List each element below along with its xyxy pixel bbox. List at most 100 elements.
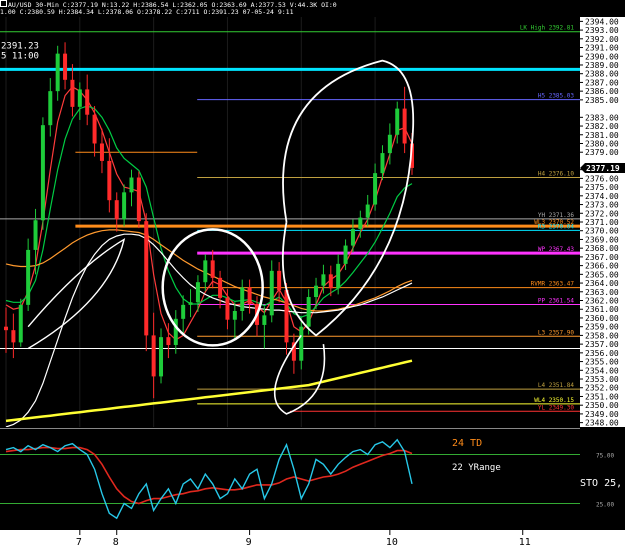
price-tick-label: 2350.00 — [585, 401, 619, 410]
price-tick-label: 2349.00 — [585, 410, 619, 419]
osc-yrange-label: 22 YRange — [452, 463, 501, 473]
sto-line — [5, 438, 413, 520]
candle-body — [77, 89, 82, 107]
price-tick-label: 2354.00 — [585, 366, 619, 375]
price-tick-label: 2391.00 — [585, 44, 619, 53]
candle-body — [240, 287, 245, 311]
price-tick-label: 2356.00 — [585, 349, 619, 358]
level-label: H4 2376.10 — [538, 171, 575, 178]
candle-body — [314, 285, 319, 298]
price-tick-label: 2385.00 — [585, 96, 619, 105]
candle-body — [151, 335, 156, 377]
price-tick-label: 2394.00 — [585, 17, 619, 26]
osc-td-label: 24 TD — [452, 438, 482, 449]
candle-body — [328, 274, 333, 289]
level-label: R3 2370.04 — [538, 223, 575, 230]
annotation-loop — [281, 59, 415, 337]
price-tick-label: 2374.00 — [585, 192, 619, 201]
time-tick-label: 7 — [76, 537, 82, 548]
price-tick-label: 2375.00 — [585, 183, 619, 192]
price-tick-label: 2360.00 — [585, 314, 619, 323]
osc-level-label: 25.00 — [596, 502, 614, 509]
time-tick-label: 10 — [386, 537, 398, 548]
level-label: PP 2361.54 — [538, 298, 575, 305]
price-tick-label: 2352.00 — [585, 384, 619, 393]
chart-header-line2: 1.00 C:2380.59 H:2384.34 L:2378.06 O:237… — [0, 8, 294, 16]
level-label: H5 2385.03 — [538, 93, 575, 100]
candle-body — [373, 173, 378, 205]
oscillator-axis: 75.00 25.00 STO 25, — [580, 428, 625, 530]
candle-body — [85, 89, 90, 115]
candle-body — [269, 270, 274, 316]
candle-body — [195, 282, 200, 303]
candle-body — [395, 108, 400, 135]
price-tick-label: 2386.00 — [585, 87, 619, 96]
time-tick-label: 8 — [113, 537, 119, 548]
price-tick-label: 2361.00 — [585, 305, 619, 314]
price-tick-label: 2389.00 — [585, 61, 619, 70]
candle-body — [11, 330, 16, 343]
candle-body — [129, 177, 134, 193]
stochastic-oscillator[interactable]: 24 TD 22 YRange — [0, 428, 580, 530]
price-tick-label: 2390.00 — [585, 52, 619, 61]
candle-body — [159, 337, 164, 377]
price-tick-label: 2383.00 — [585, 113, 619, 122]
candle-body — [70, 79, 75, 107]
candle-body — [63, 53, 68, 80]
price-tick-label: 2372.00 — [585, 209, 619, 218]
osc-level-label: 75.00 — [596, 453, 614, 460]
price-tick-label: 2382.00 — [585, 122, 619, 131]
candle-body — [122, 192, 127, 220]
last-price-label: 2377.19 — [586, 164, 620, 173]
sto-signal-line — [5, 446, 413, 505]
candle-body — [321, 274, 326, 286]
candle-body — [114, 200, 119, 220]
price-tick-label: 2388.00 — [585, 70, 619, 79]
candle-body — [188, 302, 193, 305]
candle-body — [144, 221, 149, 336]
price-tick-label: 2371.00 — [585, 218, 619, 227]
price-axis: 2394.002393.002392.002391.002390.002389.… — [580, 17, 625, 427]
price-tick-label: 2363.00 — [585, 288, 619, 297]
candle-body — [299, 326, 304, 361]
candle-body — [4, 326, 8, 331]
candle-body — [33, 220, 38, 250]
price-tick-label: 2362.00 — [585, 297, 619, 306]
candle-body — [402, 108, 407, 144]
candle-body — [350, 228, 355, 246]
candle-body — [26, 249, 31, 305]
candle-body — [225, 297, 230, 320]
price-tick-label: 2380.00 — [585, 139, 619, 148]
time-tick-label: 11 — [519, 537, 531, 548]
candle-body — [107, 160, 112, 201]
candle-body — [218, 277, 223, 298]
osc-sto-label: STO 25, — [580, 478, 622, 489]
candle-body — [365, 204, 370, 218]
level-label: LK High 2392.81 — [520, 25, 575, 32]
price-tick-label: 2353.00 — [585, 375, 619, 384]
candle-body — [284, 290, 289, 343]
candle-body — [277, 270, 282, 291]
price-tick-label: 2368.00 — [585, 244, 619, 253]
price-tick-label: 2358.00 — [585, 331, 619, 340]
price-tick-label: 2369.00 — [585, 235, 619, 244]
price-tick-label: 2351.00 — [585, 392, 619, 401]
price-chart[interactable]: LK High 2392.81 H5 2385.03 H4 2376.10 YH 23… — [0, 17, 580, 427]
top-left-time: 5 11:00 — [1, 52, 39, 62]
candle-body — [387, 134, 392, 154]
time-axis: 7 8 9 10 11 — [0, 530, 625, 555]
price-tick-label: 2393.00 — [585, 26, 619, 35]
top-left-price: 2391.23 — [1, 42, 39, 52]
price-tick-label: 2392.00 — [585, 35, 619, 44]
candle-body — [99, 143, 104, 161]
price-tick-label: 2387.00 — [585, 78, 619, 87]
window-control-icon[interactable] — [0, 0, 7, 7]
price-tick-label: 2376.00 — [585, 174, 619, 183]
moving-average-line — [5, 359, 413, 423]
candle-body — [48, 91, 53, 126]
candle-body — [181, 304, 186, 319]
candle-body — [358, 217, 363, 229]
time-axis-bg — [0, 530, 625, 555]
candle-body — [210, 260, 215, 278]
price-tick-label: 2364.00 — [585, 279, 619, 288]
